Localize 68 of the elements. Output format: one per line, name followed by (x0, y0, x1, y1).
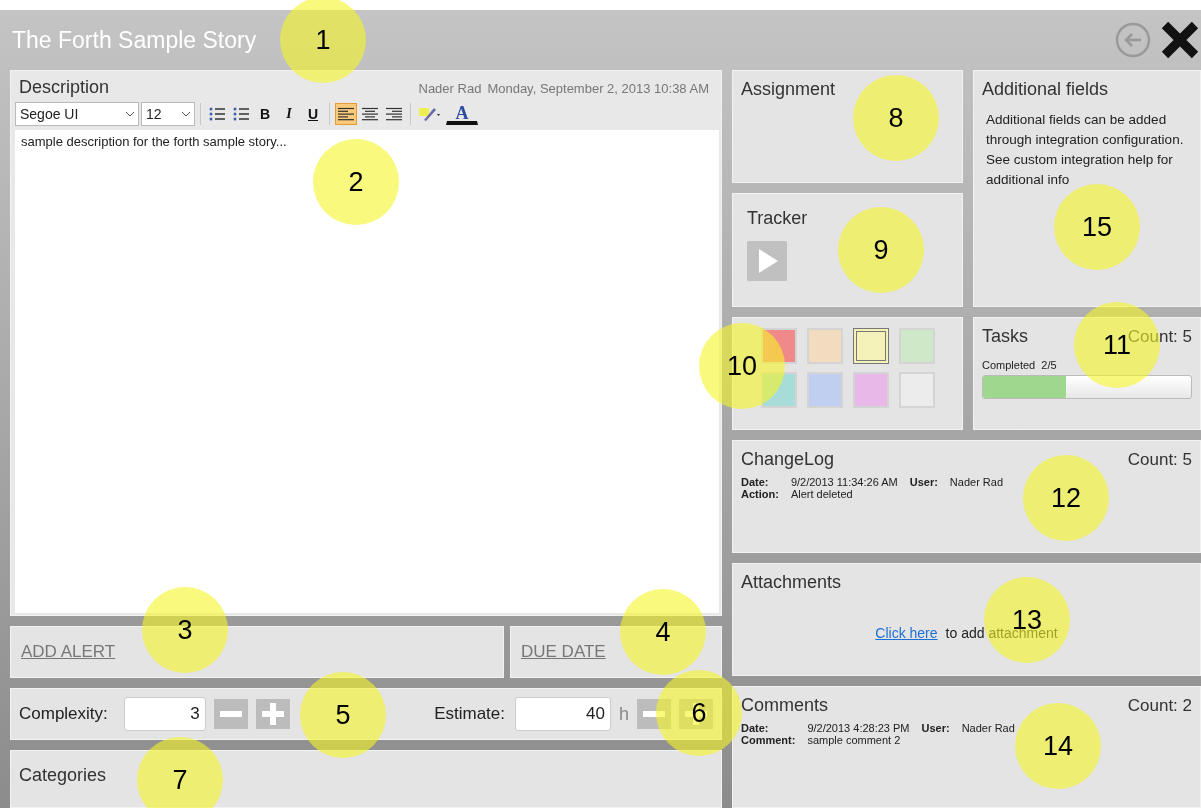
callout-marker: 1 (280, 0, 366, 83)
callout-marker: 5 (300, 672, 386, 758)
panel-heading: Tracker (747, 208, 808, 228)
panel-heading: ChangeLog (741, 449, 835, 470)
progress-label: Completed 2/5 (982, 359, 1058, 371)
minus-icon (219, 711, 242, 717)
field-label: Complexity: (19, 704, 108, 724)
chevron-icon (126, 111, 134, 117)
field-value: Nader Rad (961, 722, 1015, 734)
back-icon[interactable] (1115, 22, 1151, 58)
plus-icon (261, 703, 284, 725)
italic-button[interactable]: I (278, 103, 300, 125)
field-value: sample comment 2 (807, 734, 902, 746)
panel-heading: Additional fields (982, 79, 1109, 99)
panel-heading: Description (19, 77, 110, 98)
callout-marker: 9 (838, 207, 924, 293)
panel-heading: Comments (741, 695, 829, 716)
close-icon[interactable] (1161, 21, 1199, 59)
field-label: User: (909, 476, 938, 488)
minus-button[interactable] (213, 699, 248, 729)
callout-marker: 10 (699, 323, 785, 409)
author-name: Nader Rad (418, 81, 482, 96)
panel-heading: Categories (19, 765, 107, 785)
play-icon[interactable] (747, 241, 787, 281)
complexity-field[interactable]: 3 (123, 697, 206, 731)
field-label: Date: (741, 476, 770, 488)
field-label: Action: (741, 488, 779, 500)
field-value: 9/2/2013 11:34:26 AM (790, 476, 898, 488)
font-color-button[interactable]: A (446, 103, 478, 125)
panel-heading: Tasks (982, 326, 1028, 347)
callout-marker: 15 (1054, 184, 1140, 270)
minus-button[interactable] (637, 699, 671, 729)
callout-marker: 8 (853, 75, 939, 161)
callout-marker: 14 (1015, 703, 1101, 789)
minus-icon (643, 711, 665, 717)
field-label: Date: (741, 722, 770, 734)
bold-button[interactable]: B (254, 103, 276, 125)
field-label: Comment: (741, 734, 796, 746)
window-title: The Forth Sample Story (12, 26, 257, 54)
field-value: Alert deleted (790, 488, 854, 500)
timestamp: Monday, September 2, 2013 10:38 AM (487, 81, 709, 96)
plus-icon (685, 703, 707, 725)
field-label: User: (921, 722, 950, 734)
panel-heading: Attachments (741, 572, 842, 592)
count-label: Count: 5 (1127, 450, 1192, 470)
unit-label: h (619, 703, 629, 725)
font-size-dropdown[interactable]: 12 (141, 102, 195, 126)
callout-marker: 3 (142, 587, 228, 673)
field-value: 9/2/2013 4:28:23 PM (807, 722, 910, 734)
font-dropdown[interactable]: Segoe UI (15, 102, 139, 126)
chevron-icon (182, 111, 190, 117)
callout-marker: 6 (656, 670, 742, 756)
estimate-field[interactable]: 40 (515, 697, 611, 731)
panel-heading: Assignment (741, 79, 836, 99)
callout-marker: 2 (313, 139, 399, 225)
underline-button[interactable]: U (302, 103, 324, 125)
callout-marker: 4 (620, 589, 706, 675)
field-value: Nader Rad (949, 476, 1004, 488)
callout-marker: 12 (1023, 455, 1109, 541)
color-swatch[interactable] (853, 328, 889, 364)
plus-button[interactable] (679, 699, 713, 729)
align-left-icon[interactable] (335, 103, 357, 125)
field-label: Estimate: (434, 704, 505, 724)
add-attachment-link[interactable]: Click here (875, 625, 938, 641)
callout-marker: 7 (137, 737, 223, 808)
add-alert-link[interactable]: ADD ALERT (21, 642, 116, 662)
count-label: Count: 2 (1127, 696, 1192, 716)
due-date-link[interactable]: DUE DATE (521, 642, 606, 662)
